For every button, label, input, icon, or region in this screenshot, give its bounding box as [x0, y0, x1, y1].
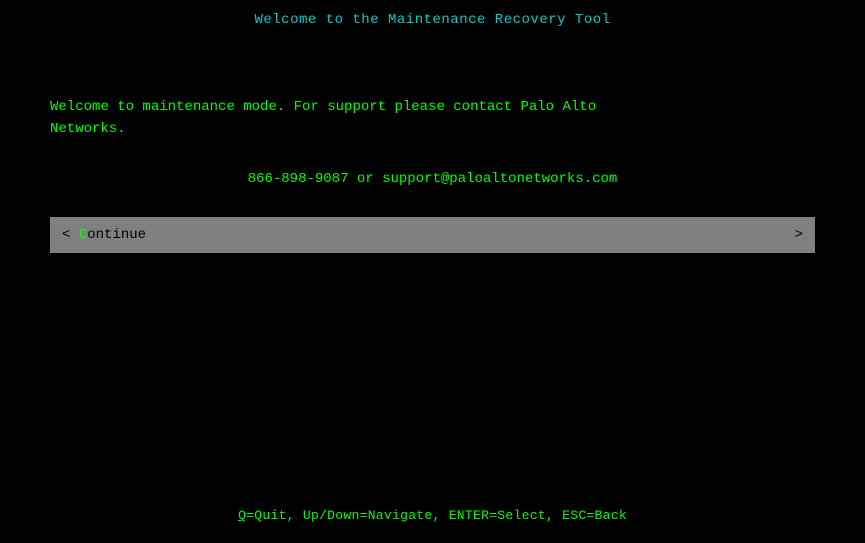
continue-button[interactable]: < Continue > [50, 217, 815, 253]
title-bar: Welcome to the Maintenance Recovery Tool [0, 0, 865, 36]
welcome-line2: Networks. [50, 118, 815, 140]
contact-info: 866-898-9087 or support@paloaltonetworks… [50, 171, 815, 187]
footer-text: Q=Quit, Up/Down=Navigate, ENTER=Select, … [238, 508, 627, 523]
quit-key: Q [238, 508, 246, 523]
button-left-bracket: < Continue [62, 227, 146, 243]
button-label-rest: ontinue [87, 227, 146, 243]
welcome-text: Welcome to maintenance mode. For support… [50, 96, 815, 141]
footer-rest: =Quit, Up/Down=Navigate, ENTER=Select, E… [246, 508, 627, 523]
button-right-bracket: > [795, 227, 803, 243]
title-text: Welcome to the Maintenance Recovery Tool [254, 12, 610, 28]
button-highlight-char: C [79, 227, 87, 243]
welcome-line1: Welcome to maintenance mode. For support… [50, 96, 815, 118]
main-screen: Welcome to the Maintenance Recovery Tool… [0, 0, 865, 543]
footer-bar: Q=Quit, Up/Down=Navigate, ENTER=Select, … [0, 508, 865, 523]
content-area: Welcome to maintenance mode. For support… [0, 36, 865, 543]
